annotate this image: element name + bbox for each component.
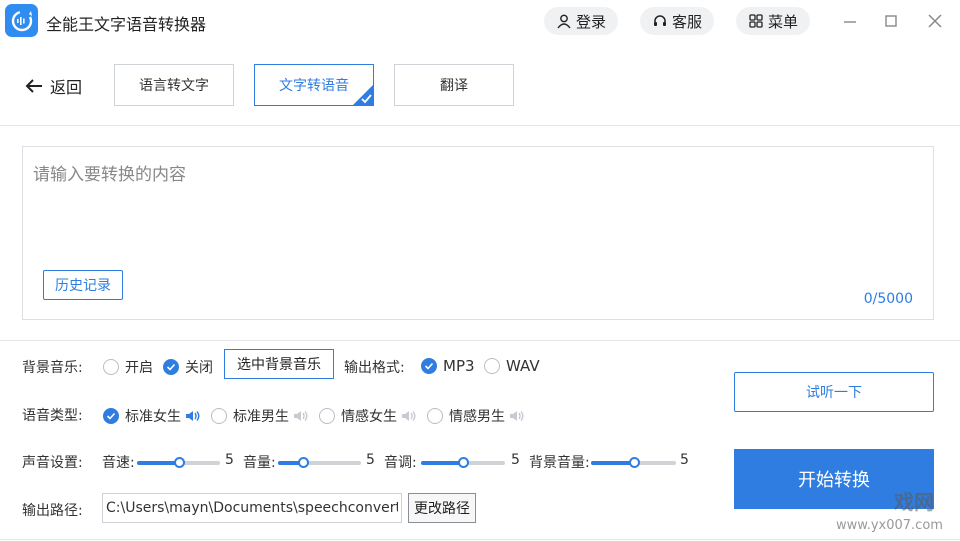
pitch-slider[interactable]	[421, 457, 505, 468]
minimize-icon	[844, 21, 856, 23]
volume-value: 5	[366, 452, 375, 468]
radio-circle-checked	[103, 408, 119, 424]
headset-icon	[654, 15, 666, 26]
minimize-button[interactable]	[838, 9, 862, 33]
close-icon	[928, 14, 942, 28]
bgm-label: 背景音乐:	[22, 360, 83, 376]
voice-emotional-female-radio[interactable]: 情感女生	[319, 406, 416, 426]
preview-button[interactable]: 试听一下	[734, 372, 934, 412]
slider-fill	[421, 461, 463, 465]
voice-emotional-male-radio[interactable]: 情感男生	[427, 406, 524, 426]
voice-standard-female-radio[interactable]: 标准女生	[103, 406, 200, 426]
radio-label: MP3	[443, 357, 475, 375]
radio-circle-checked	[421, 358, 437, 374]
volume-slider[interactable]	[278, 457, 361, 468]
selected-check-icon	[352, 84, 374, 106]
character-counter: 0/5000	[863, 291, 913, 307]
slider-fill	[137, 461, 179, 465]
app-logo-icon	[5, 4, 38, 37]
app-title: 全能王文字语音转换器	[46, 15, 207, 34]
service-button[interactable]: 客服	[640, 7, 715, 35]
volume-label: 音量:	[243, 455, 276, 471]
text-input-area[interactable]: 请输入要转换的内容 历史记录 0/5000	[22, 146, 934, 320]
radio-circle	[427, 408, 443, 424]
maximize-icon	[885, 15, 897, 27]
user-icon	[557, 14, 571, 29]
title-bar: 全能王文字语音转换器 登录 客服 菜单	[0, 0, 960, 42]
arrow-left-icon	[25, 79, 42, 93]
login-label: 登录	[576, 12, 607, 31]
login-button[interactable]: 登录	[544, 7, 619, 35]
bg-volume-label: 背景音量:	[529, 455, 590, 471]
menu-label: 菜单	[768, 12, 799, 31]
tab-label: 语言转文字	[139, 78, 209, 94]
tab-label: 翻译	[440, 78, 468, 94]
tab-speech-to-text[interactable]: 语言转文字	[114, 64, 234, 106]
format-mp3-radio[interactable]: MP3	[421, 357, 475, 375]
slider-knob[interactable]	[458, 457, 469, 468]
grid-icon	[749, 14, 763, 28]
maximize-button[interactable]	[879, 9, 903, 33]
radio-circle	[484, 358, 500, 374]
radio-label: 情感女生	[341, 409, 397, 425]
settings-divider	[0, 340, 960, 341]
slider-knob[interactable]	[629, 457, 640, 468]
back-label: 返回	[50, 78, 83, 97]
radio-label: 标准男生	[233, 409, 289, 425]
radio-circle	[319, 408, 335, 424]
watermark-url: www.yx007.com	[836, 518, 943, 533]
voice-standard-male-radio[interactable]: 标准男生	[211, 406, 308, 426]
change-path-button[interactable]: 更改路径	[408, 493, 476, 523]
check-icon	[166, 363, 176, 371]
select-bgm-button[interactable]: 选中背景音乐	[224, 349, 334, 379]
bgm-on-radio[interactable]: 开启	[103, 357, 153, 377]
bgm-off-radio[interactable]: 关闭	[163, 357, 213, 377]
radio-label: 关闭	[185, 360, 213, 376]
sound-label: 声音设置:	[22, 455, 83, 471]
speaker-active-icon[interactable]	[184, 408, 200, 424]
bottom-divider	[0, 539, 960, 540]
speaker-icon[interactable]	[508, 408, 524, 424]
radio-label: WAV	[506, 357, 540, 375]
tab-translate[interactable]: 翻译	[394, 64, 514, 106]
bg-volume-slider[interactable]	[591, 457, 676, 468]
slider-fill	[591, 461, 634, 465]
format-wav-radio[interactable]: WAV	[484, 357, 540, 375]
start-convert-button[interactable]: 开始转换	[734, 449, 934, 509]
close-button[interactable]	[923, 9, 947, 33]
radio-circle	[103, 359, 119, 375]
header-divider	[0, 125, 960, 126]
tab-label: 文字转语音	[279, 78, 349, 94]
menu-button[interactable]: 菜单	[736, 7, 811, 35]
text-input-placeholder: 请输入要转换的内容	[33, 165, 186, 185]
check-icon	[424, 362, 434, 370]
output-path-label: 输出路径:	[22, 503, 83, 519]
radio-label: 标准女生	[125, 409, 181, 425]
history-button[interactable]: 历史记录	[43, 270, 123, 300]
speaker-icon[interactable]	[400, 408, 416, 424]
output-path-input[interactable]	[102, 493, 402, 523]
slider-knob[interactable]	[298, 457, 309, 468]
format-label: 输出格式:	[344, 360, 405, 376]
back-button[interactable]: 返回	[24, 74, 82, 98]
check-icon	[106, 412, 116, 420]
radio-label: 开启	[125, 360, 153, 376]
tab-text-to-speech[interactable]: 文字转语音	[254, 64, 374, 106]
bg-volume-value: 5	[680, 452, 689, 468]
radio-circle	[211, 408, 227, 424]
voice-label: 语音类型:	[22, 408, 83, 424]
pitch-value: 5	[511, 452, 520, 468]
speaker-icon[interactable]	[292, 408, 308, 424]
service-label: 客服	[672, 12, 703, 31]
slider-knob[interactable]	[174, 457, 185, 468]
speed-value: 5	[225, 452, 234, 468]
radio-circle-checked	[163, 359, 179, 375]
speed-label: 音速:	[102, 455, 135, 471]
radio-label: 情感男生	[449, 409, 505, 425]
speed-slider[interactable]	[137, 457, 220, 468]
pitch-label: 音调:	[384, 455, 417, 471]
